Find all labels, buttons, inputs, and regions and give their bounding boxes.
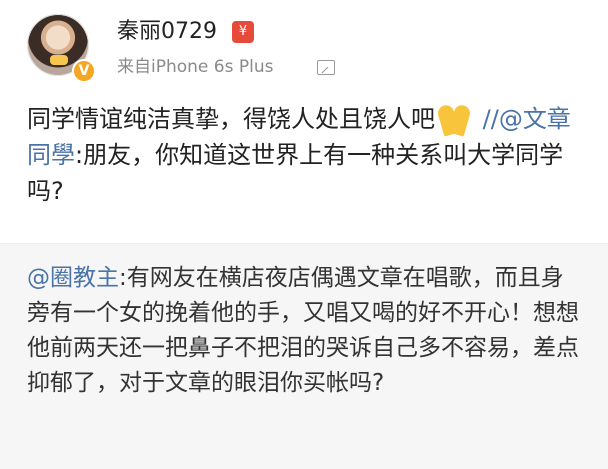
red-packet-icon: ¥ [232,21,254,43]
reposted-content[interactable]: @圈教主:有网友在横店夜店偶遇文章在唱歌，而且身旁有一个女的挽着他的手，又唱又喝… [0,243,608,469]
praying-hands-icon [435,101,475,137]
avatar-cup-detail [50,55,68,65]
vip-badge-icon: V [72,59,96,83]
post-text: 同学情谊纯洁真挚，得饶人处且饶人吧 [27,105,435,133]
post-header: V 秦丽0729 ¥ 来自iPhone 6s Plus [0,0,608,90]
repost-text: @圈教主:有网友在横店夜店偶遇文章在唱歌，而且身旁有一个女的挽着他的手，又唱又喝… [27,261,582,401]
post-content: 同学情谊纯洁真挚，得饶人处且饶人吧 //@文章同學:朋友，你知道这世界上有一种关… [27,101,587,209]
post-quote-text: :朋友，你知道这世界上有一种关系叫大学同学吗? [27,141,564,205]
username[interactable]: 秦丽0729 [117,18,217,46]
post-source: 来自iPhone 6s Plus [117,57,274,77]
repost-author-mention[interactable]: @圈教主 [27,265,119,291]
image-icon [317,60,335,75]
